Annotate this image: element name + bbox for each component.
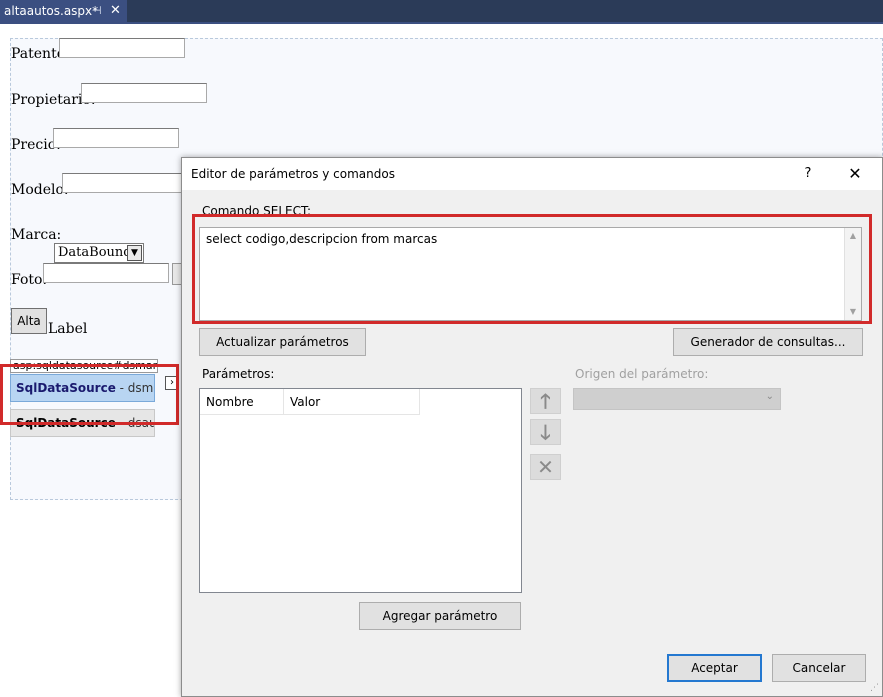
refresh-parameters-button[interactable]: Actualizar parámetros bbox=[199, 328, 366, 356]
datasource-tag: asp:sqldatasource#dsmarcas bbox=[10, 359, 158, 373]
remove-x-icon[interactable]: ✕ bbox=[530, 454, 561, 480]
modelo-label: Modelo: bbox=[11, 182, 69, 198]
precio-textbox[interactable] bbox=[53, 128, 179, 148]
ds1-type: SqlDataSource bbox=[16, 381, 116, 395]
sqldatasource-dsmarcas[interactable]: SqlDataSource - dsmarcas bbox=[10, 374, 155, 402]
sqldatasource-dsautos[interactable]: SqlDataSource - dsautos bbox=[10, 409, 155, 437]
move-up-arrow-icon[interactable]: 🡑 bbox=[530, 388, 561, 414]
patente-textbox[interactable] bbox=[59, 38, 185, 58]
ds2-id: - dsautos bbox=[119, 416, 154, 430]
document-tab-bar: altaautos.aspx* ⊣ ✕ bbox=[0, 0, 883, 22]
parameters-grid[interactable]: Nombre Valor bbox=[199, 388, 522, 593]
scroll-up-icon[interactable]: ▲ bbox=[845, 228, 861, 244]
sql-command-textarea[interactable]: select codigo,descripcion from marcas ▲ … bbox=[199, 227, 862, 321]
parameter-origin-label: Origen del parámetro: bbox=[575, 367, 709, 381]
query-builder-button[interactable]: Generador de consultas... bbox=[673, 328, 863, 356]
sql-command-text: select codigo,descripcion from marcas bbox=[206, 232, 438, 246]
chevron-down-icon: ⌄ bbox=[765, 391, 774, 402]
cancel-button[interactable]: Cancelar bbox=[772, 654, 866, 682]
scroll-down-icon[interactable]: ▼ bbox=[845, 304, 861, 320]
foto-file-input[interactable] bbox=[43, 263, 169, 283]
parameter-command-editor-dialog: Editor de parámetros y comandos ? ✕ Coma… bbox=[181, 157, 883, 697]
propietario-textbox[interactable] bbox=[81, 83, 207, 103]
dialog-title: Editor de parámetros y comandos bbox=[191, 167, 395, 181]
tab-title[interactable]: altaautos.aspx* bbox=[4, 4, 98, 18]
dialog-title-bar: Editor de parámetros y comandos ? ✕ bbox=[182, 158, 882, 190]
alta-button[interactable]: Alta bbox=[11, 308, 47, 334]
grid-header: Nombre Valor bbox=[200, 389, 420, 415]
parameter-origin-dropdown[interactable]: ⌄ bbox=[573, 388, 781, 410]
parameters-label: Parámetros: bbox=[202, 367, 275, 381]
ds1-id: - dsmarcas bbox=[119, 381, 154, 395]
command-select-label: Comando SELECT: bbox=[202, 204, 312, 218]
resize-grip-icon[interactable]: ⋰ bbox=[870, 683, 879, 693]
document-tab[interactable]: altaautos.aspx* ⊣ ✕ bbox=[0, 0, 127, 22]
marca-dropdown-value: DataBound bbox=[58, 245, 132, 260]
help-icon[interactable]: ? bbox=[800, 165, 816, 183]
marca-label: Marca: bbox=[11, 227, 62, 243]
sql-scrollbar[interactable]: ▲ ▼ bbox=[844, 228, 861, 320]
result-label: Label bbox=[48, 321, 88, 337]
modelo-textbox[interactable] bbox=[62, 173, 188, 193]
ds2-type: SqlDataSource bbox=[16, 416, 116, 430]
add-parameter-button[interactable]: Agregar parámetro bbox=[359, 602, 521, 630]
foto-label: Foto: bbox=[11, 272, 48, 288]
marca-dropdown[interactable]: DataBound ▼ bbox=[54, 243, 144, 263]
ok-button[interactable]: Aceptar bbox=[667, 654, 762, 682]
close-icon[interactable]: ✕ bbox=[846, 163, 864, 185]
pin-icon[interactable]: ⊣ bbox=[92, 0, 102, 22]
smart-tag-chevron-icon[interactable]: › bbox=[165, 376, 179, 390]
move-down-arrow-icon[interactable]: 🡓 bbox=[530, 419, 561, 445]
column-header-value[interactable]: Valor bbox=[284, 389, 420, 415]
dropdown-arrow-icon[interactable]: ▼ bbox=[127, 245, 142, 261]
column-header-name[interactable]: Nombre bbox=[200, 389, 284, 415]
close-icon[interactable]: ✕ bbox=[110, 0, 121, 22]
